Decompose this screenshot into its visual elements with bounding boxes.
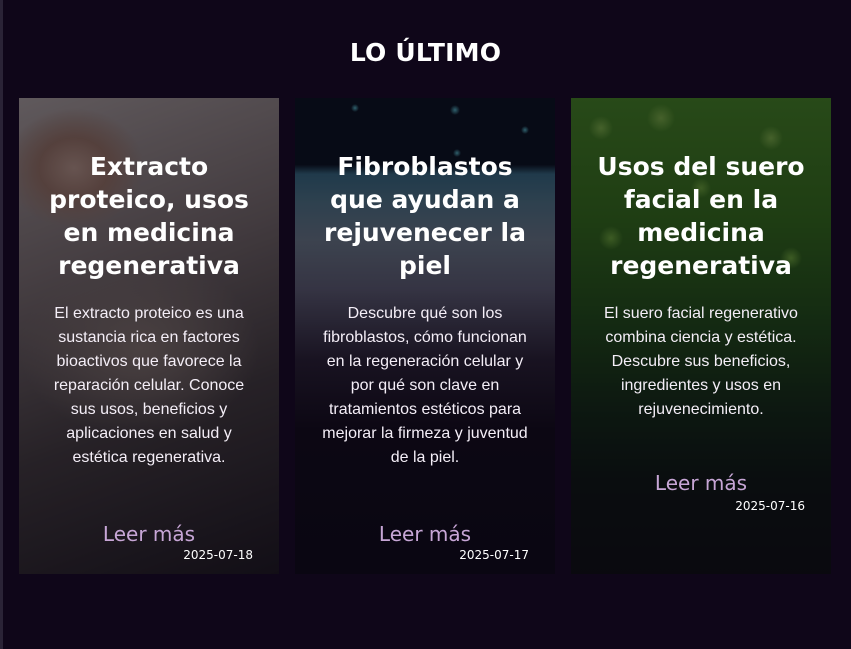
card-title[interactable]: Fibroblastos que ayudan a rejuvenecer la… <box>309 150 541 282</box>
article-card[interactable]: Usos del suero facial en la medicina reg… <box>571 98 831 574</box>
page-edge <box>0 0 3 649</box>
read-more-link[interactable]: Leer más <box>295 522 555 546</box>
card-excerpt: El extracto proteico es una sustancia ri… <box>53 305 245 466</box>
card-date: 2025-07-16 <box>735 499 805 513</box>
article-card[interactable]: Fibroblastos que ayudan a rejuvenecer la… <box>295 98 555 574</box>
card-title[interactable]: Usos del suero facial en la medicina reg… <box>585 150 817 282</box>
card-excerpt: El suero facial regenerativo combina cie… <box>604 305 798 418</box>
card-date: 2025-07-18 <box>183 548 253 562</box>
read-more-link[interactable]: Leer más <box>19 522 279 546</box>
article-card[interactable]: Extracto proteico, usos en medicina rege… <box>19 98 279 574</box>
card-date: 2025-07-17 <box>459 548 529 562</box>
card-title[interactable]: Extracto proteico, usos en medicina rege… <box>33 150 265 282</box>
section-title: LO ÚLTIMO <box>349 38 502 67</box>
card-excerpt: Descubre qué son los fibroblastos, cómo … <box>322 305 528 466</box>
read-more-link[interactable]: Leer más <box>571 471 831 495</box>
